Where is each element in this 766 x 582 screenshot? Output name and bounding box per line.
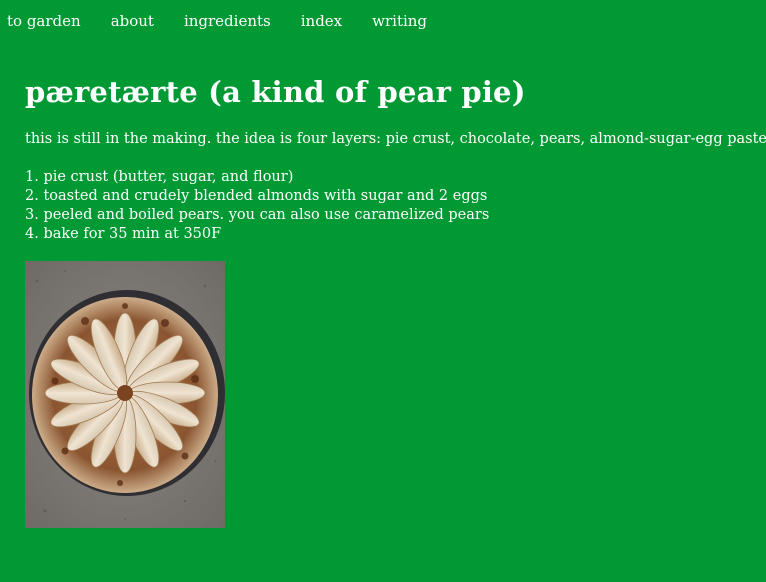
- nav-link-index[interactable]: index: [301, 12, 342, 30]
- nav-link-ingredients[interactable]: ingredients: [184, 12, 271, 30]
- recipe-steps: 1. pie crust (butter, sugar, and flour) …: [25, 168, 745, 244]
- nav-link-writing[interactable]: writing: [372, 12, 427, 30]
- recipe-step: 2. toasted and crudely blended almonds w…: [25, 188, 488, 204]
- recipe-step: 4. bake for 35 min at 350F: [25, 226, 222, 242]
- nav-link-about[interactable]: about: [111, 12, 154, 30]
- main-content: pæretærte (a kind of pear pie) this is s…: [25, 74, 766, 528]
- nav-link-to-garden[interactable]: to garden: [7, 12, 81, 30]
- page-title: pæretærte (a kind of pear pie): [25, 75, 526, 109]
- intro-text: this is still in the making. the idea is…: [25, 131, 766, 147]
- recipe-step: 1. pie crust (butter, sugar, and flour): [25, 169, 294, 185]
- pear-pie-photo: [25, 261, 225, 528]
- top-nav: to garden about ingredients index writin…: [7, 12, 457, 30]
- recipe-step: 3. peeled and boiled pears. you can also…: [25, 207, 490, 223]
